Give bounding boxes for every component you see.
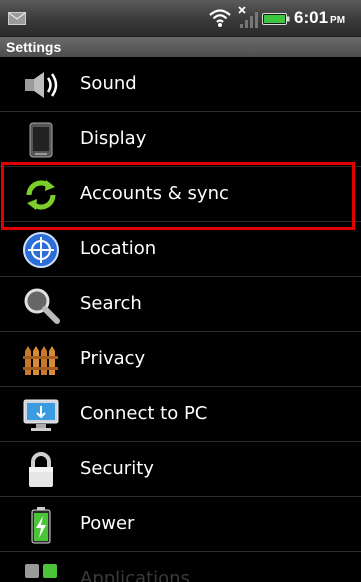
- screen: 6:01 PM Settings Sound Display Accounts …: [0, 0, 361, 582]
- mail-icon[interactable]: [8, 12, 26, 25]
- settings-item-label: Search: [80, 293, 142, 314]
- settings-item-label: Sound: [80, 73, 137, 94]
- clock: 6:01 PM: [294, 8, 345, 28]
- privacy-icon: [23, 346, 58, 375]
- battery-icon: [262, 13, 290, 25]
- sync-icon: [26, 180, 56, 210]
- settings-item-search[interactable]: Search: [0, 277, 361, 332]
- page-title: Settings: [6, 39, 62, 55]
- wifi-icon: [209, 9, 231, 27]
- sound-icon: [25, 72, 58, 98]
- settings-item-label: Power: [80, 513, 135, 534]
- settings-item-label: Accounts & sync: [80, 183, 229, 204]
- clock-ampm: PM: [330, 15, 346, 26]
- settings-item-accounts-sync[interactable]: Accounts & sync: [0, 167, 361, 222]
- clock-time: 6:01: [294, 8, 329, 27]
- display-icon: [29, 122, 53, 158]
- search-icon: [24, 288, 60, 324]
- settings-list: Sound Display Accounts & sync Location S…: [0, 57, 361, 582]
- settings-item-label: Location: [80, 238, 157, 259]
- settings-item-applications[interactable]: Applications: [0, 552, 361, 582]
- settings-item-privacy[interactable]: Privacy: [0, 332, 361, 387]
- settings-item-label: Display: [80, 128, 147, 149]
- connect-pc-icon: [23, 399, 59, 431]
- status-bar: 6:01 PM: [0, 0, 361, 37]
- title-bar: Settings: [0, 37, 361, 57]
- settings-item-power[interactable]: Power: [0, 497, 361, 552]
- settings-item-connect-pc[interactable]: Connect to PC: [0, 387, 361, 442]
- battery-power-icon: [31, 507, 51, 544]
- settings-item-security[interactable]: Security: [0, 442, 361, 497]
- applications-icon: [25, 564, 57, 578]
- settings-item-label: Connect to PC: [80, 403, 208, 424]
- signal-icon: [238, 6, 258, 28]
- settings-item-location[interactable]: Location: [0, 222, 361, 277]
- settings-item-label: Security: [80, 458, 154, 479]
- settings-item-label: Privacy: [80, 348, 146, 369]
- location-icon: [23, 232, 59, 268]
- settings-item-label: Applications: [80, 568, 190, 582]
- settings-item-display[interactable]: Display: [0, 112, 361, 167]
- lock-icon: [29, 452, 53, 487]
- settings-item-sound[interactable]: Sound: [0, 57, 361, 112]
